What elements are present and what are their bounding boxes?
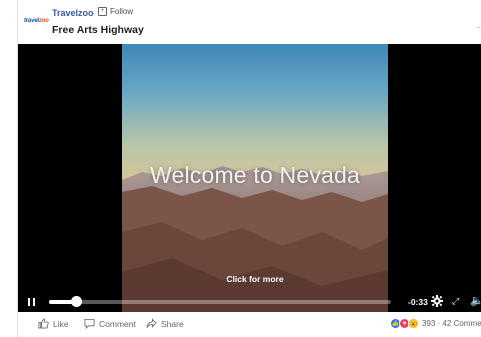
follow-button[interactable]: + Follow [98, 7, 133, 16]
wow-icon: 😮 [408, 318, 419, 329]
separator-dot: · [92, 8, 95, 18]
comment-icon [84, 318, 95, 329]
engagement-stats[interactable]: 393 · 42 Comment [422, 319, 481, 328]
post-actions: Like Comment Share 👍 ♥ 😮 393 · 42 Commen… [18, 312, 481, 337]
fullscreen-icon[interactable]: ⤢ [452, 296, 459, 307]
share-button[interactable]: Share [146, 318, 184, 329]
comment-label: Comment [99, 318, 136, 329]
comment-button[interactable]: Comment [84, 318, 136, 329]
post-header: travelzoo Travelzoo · + Follow Free Arts… [18, 0, 481, 44]
share-icon [146, 318, 157, 328]
video-player[interactable]: Welcome to Nevada Click for more -0:33 ⤢… [18, 44, 481, 312]
video-post: travelzoo Travelzoo · + Follow Free Arts… [17, 0, 481, 337]
volume-icon[interactable]: 🔈 [470, 294, 481, 307]
like-button[interactable]: Like [38, 318, 69, 329]
click-for-more-link[interactable]: Click for more [122, 274, 388, 284]
like-label: Like [53, 318, 69, 329]
follow-label: Follow [110, 7, 134, 16]
more-options-icon[interactable]: .. [476, 20, 481, 30]
share-label: Share [161, 318, 184, 329]
reactions-summary[interactable]: 👍 ♥ 😮 [390, 318, 419, 329]
page-avatar[interactable]: travelzoo [24, 18, 49, 30]
page-name-link[interactable]: Travelzoo [52, 8, 94, 18]
video-overlay-title: Welcome to Nevada [149, 162, 361, 188]
pause-icon[interactable] [28, 298, 36, 306]
settings-gear-icon[interactable] [431, 295, 443, 307]
thumbs-up-icon [38, 318, 49, 329]
video-frame[interactable]: Welcome to Nevada Click for more [122, 44, 388, 312]
video-controls: -0:33 ⤢ 🔈 [18, 292, 481, 312]
time-remaining: -0:33 [408, 297, 428, 307]
video-title: Free Arts Highway [52, 24, 144, 36]
progress-scrubber[interactable] [70, 296, 82, 307]
follow-icon: + [98, 7, 107, 16]
progress-bar[interactable] [49, 300, 391, 304]
